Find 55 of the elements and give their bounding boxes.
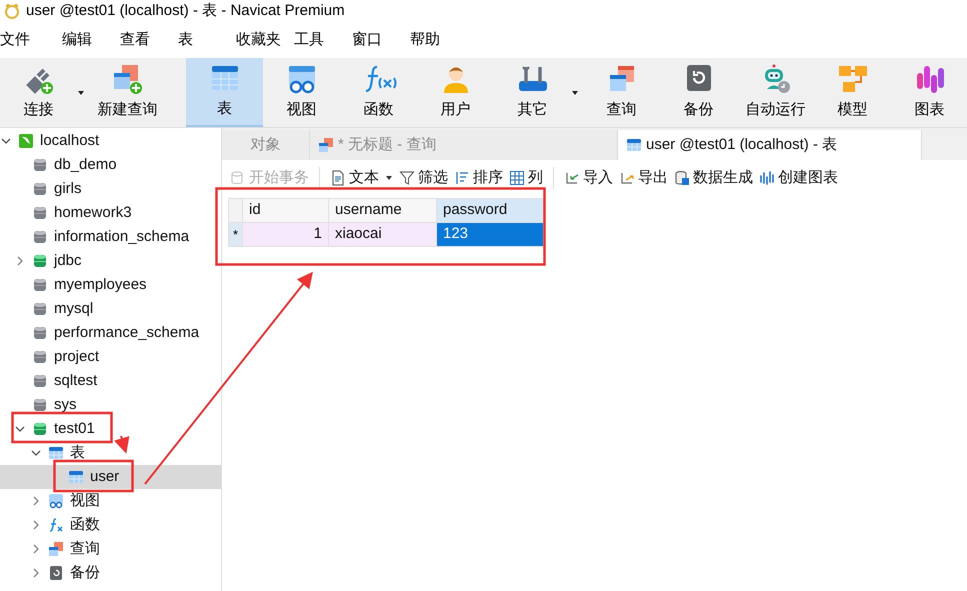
- table-cell[interactable]: 123: [436, 222, 544, 246]
- tree-item[interactable]: 视图: [0, 489, 221, 513]
- column-header[interactable]: id: [242, 198, 328, 222]
- tree-item[interactable]: information_schema: [0, 225, 221, 249]
- tree-item[interactable]: project: [0, 345, 221, 369]
- table-cell[interactable]: xiaocai: [328, 222, 436, 246]
- toolbar-button[interactable]: 模型: [814, 58, 891, 127]
- tab[interactable]: user @test01 (localhost) - 表: [618, 130, 922, 160]
- tree-item[interactable]: localhost: [0, 129, 221, 153]
- tree-item[interactable]: jdbc: [0, 249, 221, 273]
- tree-item[interactable]: user: [0, 465, 221, 489]
- row-marker: *: [228, 222, 242, 246]
- tree-item[interactable]: 备份: [0, 561, 221, 585]
- toolbar-button[interactable]: 数据生成: [672, 166, 755, 190]
- tree-item[interactable]: mysql: [0, 297, 221, 321]
- tree-item[interactable]: homework3: [0, 201, 221, 225]
- toolbar-button[interactable]: 视图: [263, 58, 340, 127]
- toolbar-button[interactable]: 连接: [0, 58, 77, 127]
- menu-item[interactable]: 编辑: [46, 28, 104, 52]
- menu-item[interactable]: 查看: [104, 28, 162, 52]
- tree-item[interactable]: 查询: [0, 537, 221, 561]
- toolbar-button[interactable]: 备份: [660, 58, 737, 127]
- toolbar-button[interactable]: 查询: [583, 58, 660, 127]
- column-header[interactable]: username: [328, 198, 436, 222]
- tree-item[interactable]: 函数: [0, 513, 221, 537]
- window-title: user @test01 (localhost) - 表 - Navicat Premium: [26, 0, 345, 21]
- menu-item[interactable]: 文件: [0, 28, 46, 52]
- tree-item[interactable]: db_demo: [0, 153, 221, 177]
- toolbar-button[interactable]: 创建图表: [757, 166, 840, 190]
- toolbar-button[interactable]: 图表: [891, 58, 967, 127]
- menu-item[interactable]: 收藏夹: [220, 28, 278, 52]
- column-header[interactable]: password: [436, 198, 544, 222]
- toolbar-button[interactable]: 导入: [562, 166, 615, 190]
- menu-item[interactable]: 窗口: [336, 28, 394, 52]
- tree-item[interactable]: girls: [0, 177, 221, 201]
- toolbar-button[interactable]: 函数: [340, 58, 417, 127]
- table-cell[interactable]: 1: [242, 222, 328, 246]
- toolbar-button[interactable]: 文本: [328, 166, 395, 190]
- toolbar-button[interactable]: 其它: [494, 58, 571, 127]
- toolbar-button[interactable]: 列: [507, 166, 545, 190]
- toolbar-button[interactable]: 筛选: [397, 166, 450, 190]
- toolbar-button[interactable]: 新建查询: [89, 58, 166, 127]
- toolbar-button[interactable]: 导出: [617, 166, 670, 190]
- tree-item[interactable]: sqltest: [0, 369, 221, 393]
- tree-item[interactable]: test01: [0, 417, 221, 441]
- tree-item[interactable]: myemployees: [0, 273, 221, 297]
- tree-item[interactable]: sys: [0, 393, 221, 417]
- menu-item[interactable]: 表: [162, 28, 220, 52]
- toolbar-button[interactable]: 自动运行: [737, 58, 814, 127]
- tree-item[interactable]: performance_schema: [0, 321, 221, 345]
- tree-item[interactable]: 表: [0, 441, 221, 465]
- menu-item[interactable]: 帮助: [394, 28, 452, 52]
- toolbar-button[interactable]: 用户: [417, 58, 494, 127]
- toolbar-button[interactable]: 表: [186, 58, 263, 127]
- toolbar-button[interactable]: 排序: [452, 166, 505, 190]
